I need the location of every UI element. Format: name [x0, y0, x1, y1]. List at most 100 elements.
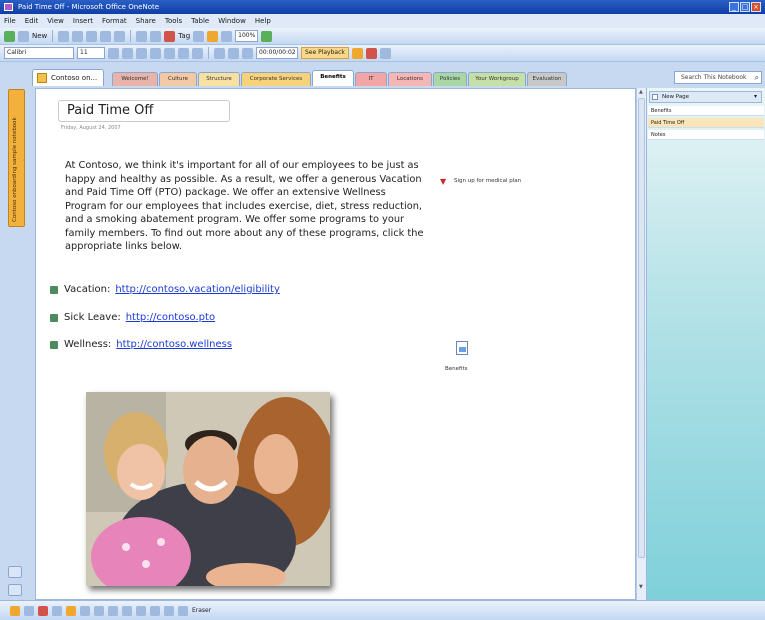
eraser-tool-icon[interactable] — [365, 47, 377, 59]
todo-icon[interactable] — [193, 30, 205, 42]
menu-file[interactable]: File — [4, 17, 16, 25]
search-icon[interactable]: ⌕ — [755, 73, 759, 82]
stop-icon[interactable] — [242, 47, 253, 59]
unfiled-notes-icon[interactable] — [8, 566, 22, 578]
tab-label: Locations — [396, 76, 424, 82]
color-icon[interactable] — [164, 605, 174, 616]
tab-policies[interactable]: Policies — [433, 72, 467, 86]
bold-icon[interactable] — [108, 47, 119, 59]
minimize-button[interactable]: _ — [729, 2, 739, 12]
tab-it[interactable]: IT — [355, 72, 387, 86]
maximize-button[interactable]: □ — [740, 2, 750, 12]
delete-icon[interactable] — [38, 605, 48, 616]
menu-format[interactable]: Format — [102, 17, 127, 25]
tab-benefits[interactable]: Benefits — [312, 70, 354, 86]
chevron-down-icon[interactable]: ▾ — [754, 92, 757, 102]
menu-window[interactable]: Window — [218, 17, 246, 25]
vacation-link[interactable]: http://contoso.vacation/eligibility — [115, 284, 280, 295]
rectangle-icon[interactable] — [108, 605, 118, 616]
search-box[interactable]: Search This Notebook ⌕ — [674, 71, 762, 84]
tab-locations[interactable]: Locations — [388, 72, 432, 86]
scroll-down-icon[interactable]: ▼ — [639, 584, 643, 590]
pen-tool-icon[interactable] — [351, 47, 363, 59]
flag-icon: ▼ — [440, 177, 447, 186]
menu-tools[interactable]: Tools — [165, 17, 182, 25]
new-button[interactable]: New — [32, 32, 47, 40]
lasso-icon[interactable] — [24, 605, 34, 616]
save-icon[interactable] — [58, 30, 70, 42]
zoom-select[interactable]: 100% — [235, 30, 259, 42]
cut-icon[interactable] — [86, 30, 98, 42]
page-canvas[interactable]: Paid Time Off Friday, August 24, 2007 At… — [35, 88, 636, 600]
arrow-icon[interactable] — [94, 605, 104, 616]
new-page-button[interactable]: New Page ▾ — [649, 91, 762, 103]
document-attachment-icon[interactable] — [456, 341, 468, 355]
tab-welcome[interactable]: Welcome! — [112, 72, 158, 86]
menu-edit[interactable]: Edit — [25, 17, 39, 25]
tag-button[interactable]: Tag — [178, 32, 190, 40]
menu-share[interactable]: Share — [136, 17, 156, 25]
highlighter-icon[interactable] — [207, 30, 219, 42]
pause-icon[interactable] — [228, 47, 239, 59]
eraser-button[interactable]: Eraser — [192, 607, 211, 614]
page-tab-paid-time-off[interactable]: Paid Time Off — [648, 118, 764, 128]
back-icon[interactable] — [4, 30, 15, 42]
playback-time: 00:00/00:02 — [256, 47, 298, 59]
tab-your-workgroup[interactable]: Your Workgroup — [468, 72, 526, 86]
page-title-box[interactable]: Paid Time Off — [58, 100, 230, 122]
select-tool-icon[interactable] — [10, 605, 20, 616]
menu-insert[interactable]: Insert — [73, 17, 93, 25]
page-title[interactable]: Paid Time Off — [67, 103, 153, 118]
move-icon[interactable] — [52, 605, 62, 616]
italic-icon[interactable] — [122, 47, 133, 59]
triangle-icon[interactable] — [136, 605, 146, 616]
page-tab-notes[interactable]: Notes — [648, 130, 764, 140]
menu-help[interactable]: Help — [255, 17, 271, 25]
notebook-sync-icon[interactable] — [261, 30, 273, 42]
see-playback-button[interactable]: See Playback — [301, 47, 349, 59]
font-color-icon[interactable] — [192, 47, 203, 59]
tab-label: Benefits — [320, 74, 346, 80]
undo-icon[interactable] — [136, 30, 148, 42]
paste-icon[interactable] — [114, 30, 126, 42]
tab-label: Corporate Services — [249, 76, 303, 82]
forward-icon[interactable] — [18, 30, 29, 42]
scroll-up-icon[interactable]: ▲ — [639, 89, 643, 95]
rotate-icon[interactable] — [150, 605, 160, 616]
family-photo[interactable] — [86, 392, 330, 586]
tag-flag-icon[interactable] — [164, 30, 176, 42]
play-icon[interactable] — [214, 47, 225, 59]
wellness-link[interactable]: http://contoso.wellness — [116, 339, 232, 350]
tab-structure[interactable]: Structure — [198, 72, 240, 86]
circle-icon[interactable] — [122, 605, 132, 616]
close-button[interactable]: × — [751, 2, 761, 12]
notebook-title-tab[interactable]: Contoso on... — [32, 69, 105, 86]
selection-tool-icon[interactable] — [379, 47, 391, 59]
notebook-list-icon[interactable] — [8, 584, 22, 596]
notebook-side-tab[interactable]: Contoso onboarding sample notebook — [8, 89, 25, 227]
bullets-icon[interactable] — [150, 47, 161, 59]
underline-icon[interactable] — [136, 47, 147, 59]
menu-view[interactable]: View — [47, 17, 64, 25]
indent-icon[interactable] — [178, 47, 189, 59]
page-body-text[interactable]: At Contoso, we think it's important for … — [65, 159, 430, 254]
sick-leave-link[interactable]: http://contoso.pto — [126, 312, 215, 323]
print-icon[interactable] — [72, 30, 84, 42]
tab-corporate-services[interactable]: Corporate Services — [241, 72, 311, 86]
tab-culture[interactable]: Culture — [159, 72, 197, 86]
menu-table[interactable]: Table — [191, 17, 209, 25]
redo-icon[interactable] — [150, 30, 162, 42]
page-scrollbar[interactable]: ▲ ▼ — [636, 88, 646, 600]
copy-icon[interactable] — [100, 30, 112, 42]
numbering-icon[interactable] — [164, 47, 175, 59]
line-icon[interactable] — [80, 605, 90, 616]
font-size-select[interactable]: 11 — [77, 47, 105, 59]
pen-icon[interactable] — [221, 30, 233, 42]
thickness-icon[interactable] — [178, 605, 188, 616]
font-name-select[interactable]: Calibri — [4, 47, 74, 59]
page-tab-benefits[interactable]: Benefits — [648, 106, 764, 116]
tag-note[interactable]: Sign up for medical plan — [454, 178, 521, 184]
pen-icon[interactable] — [66, 605, 76, 616]
tab-evaluation[interactable]: Evaluation — [527, 72, 567, 86]
scrollbar-thumb[interactable] — [638, 98, 645, 558]
